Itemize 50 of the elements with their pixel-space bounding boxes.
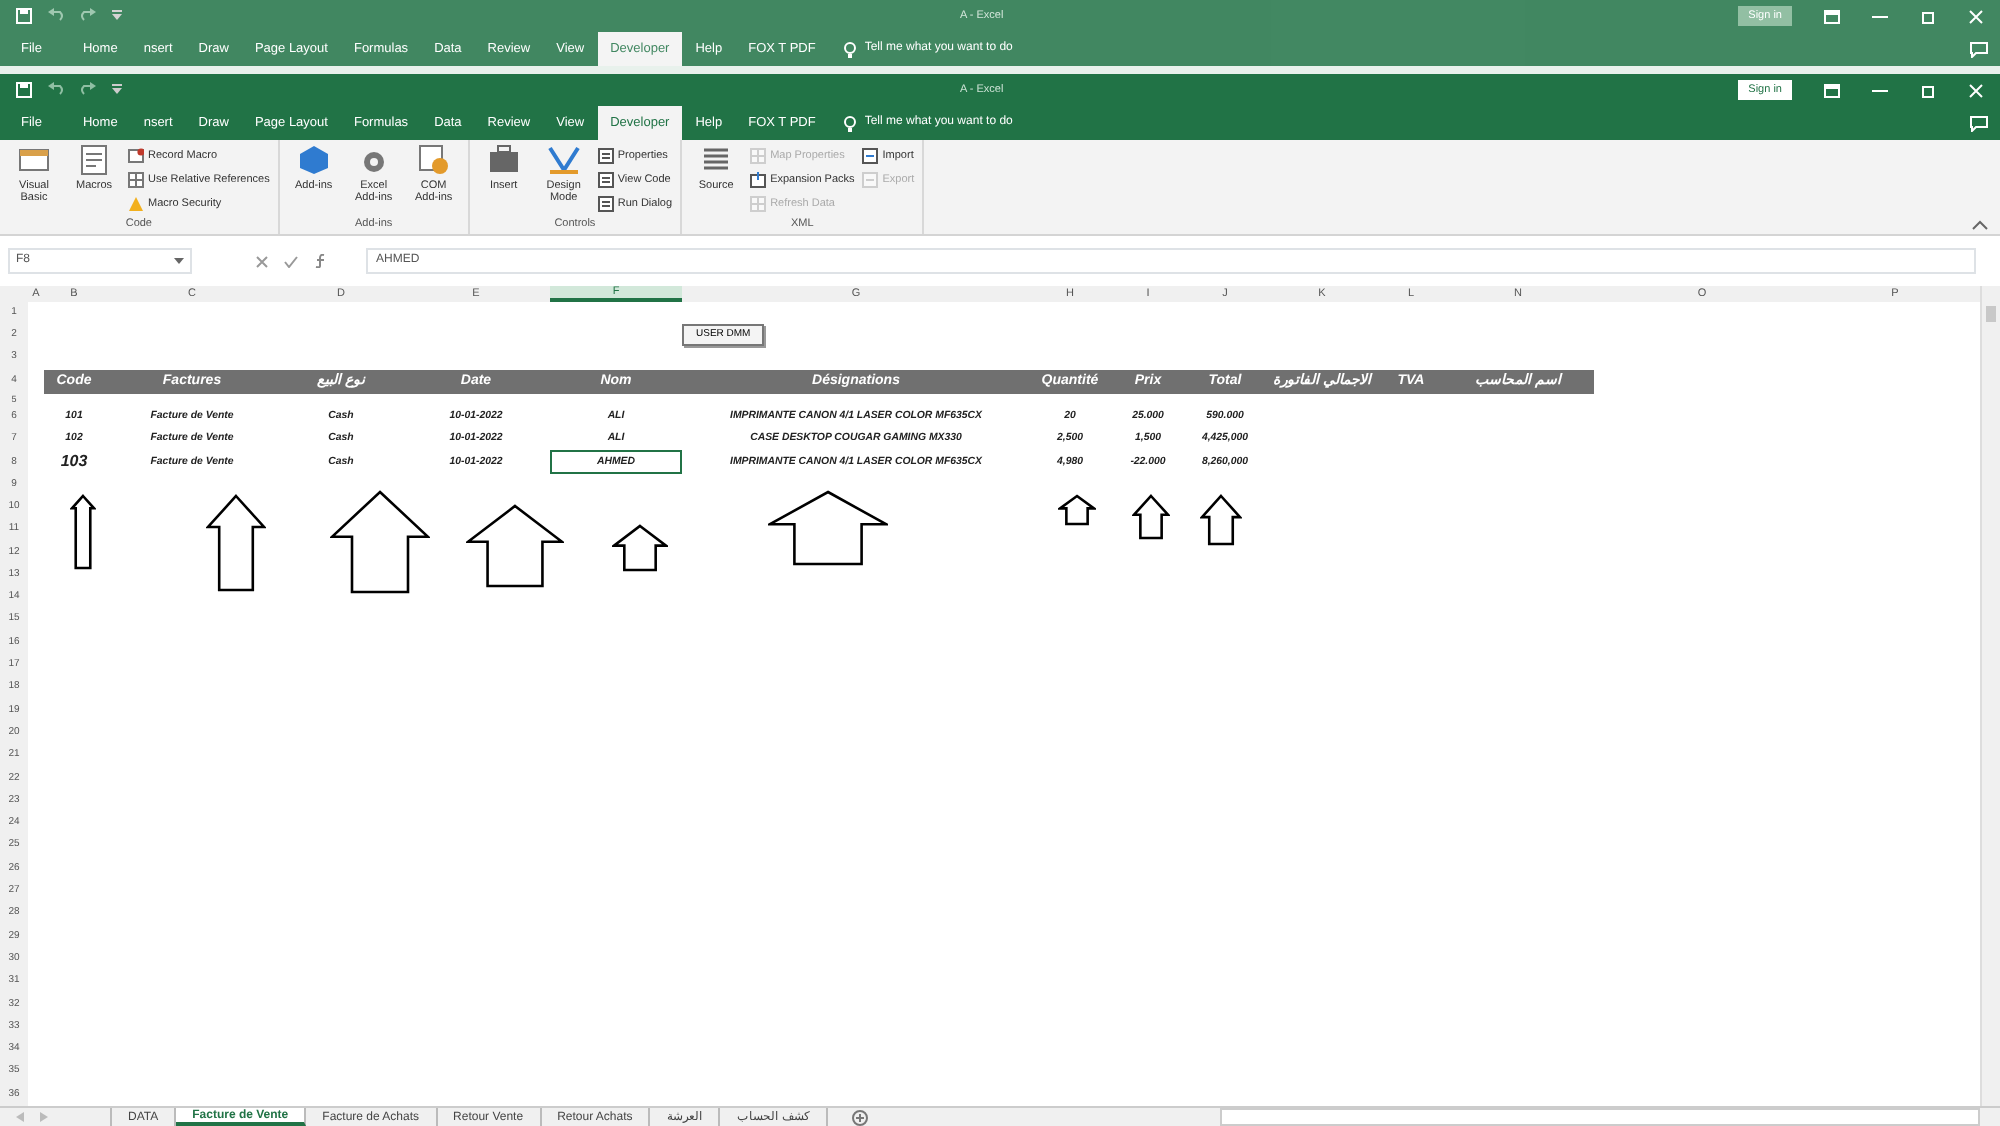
cube-icon [297, 144, 330, 176]
arrow-shape [1058, 494, 1096, 526]
document-icon [597, 196, 614, 212]
document-icon [597, 172, 614, 188]
undo-icon[interactable] [48, 8, 64, 24]
grid-icon [750, 196, 767, 212]
cancel-icon[interactable] [256, 255, 268, 267]
briefcase-icon [487, 144, 520, 176]
arrow-shape [206, 494, 266, 592]
redo-icon[interactable] [80, 82, 96, 98]
vertical-scrollbar[interactable] [1980, 286, 2000, 1106]
close-icon[interactable] [1968, 9, 1984, 23]
arrow-shape [1200, 494, 1242, 546]
package-icon [750, 172, 767, 188]
import-icon [862, 148, 879, 164]
customize-icon[interactable] [112, 84, 122, 96]
comment-icon[interactable] [1970, 41, 1988, 57]
customize-icon[interactable] [112, 10, 122, 22]
arrow-shape [330, 490, 430, 594]
lightbulb-icon [844, 41, 857, 57]
comment-icon[interactable] [1970, 115, 1988, 131]
arrow-shape [768, 490, 888, 566]
arrow-shape [1132, 494, 1170, 540]
add-sheet-icon[interactable] [851, 1109, 868, 1125]
document-icon [597, 148, 614, 164]
restore-icon[interactable] [1920, 9, 1936, 23]
lightbulb-icon [844, 115, 857, 131]
grid-icon [128, 172, 144, 188]
arrow-shape [70, 494, 96, 570]
close-icon[interactable] [1968, 83, 1984, 97]
undo-icon[interactable] [48, 82, 64, 98]
save-icon[interactable] [16, 8, 32, 24]
arrow-shape [612, 524, 668, 572]
check-icon[interactable] [284, 255, 298, 267]
grid-icon [750, 148, 767, 164]
warning-icon [128, 196, 144, 212]
arrow-shape [466, 504, 564, 588]
redo-icon[interactable] [80, 8, 96, 24]
save-icon[interactable] [16, 82, 32, 98]
dropdown-icon [174, 258, 184, 264]
record-icon [128, 148, 144, 164]
export-icon [862, 172, 879, 188]
horizontal-scrollbar[interactable] [1220, 1108, 1980, 1126]
list-icon [700, 144, 733, 176]
table-cell-text: 103 [58, 450, 90, 475]
restore-icon[interactable] [1920, 83, 1936, 97]
ribbon-display-icon[interactable] [1824, 9, 1840, 23]
function-icon[interactable] [314, 254, 326, 268]
ribbon-display-icon[interactable] [1824, 83, 1840, 97]
collapse-ribbon-icon[interactable] [1972, 220, 1988, 230]
